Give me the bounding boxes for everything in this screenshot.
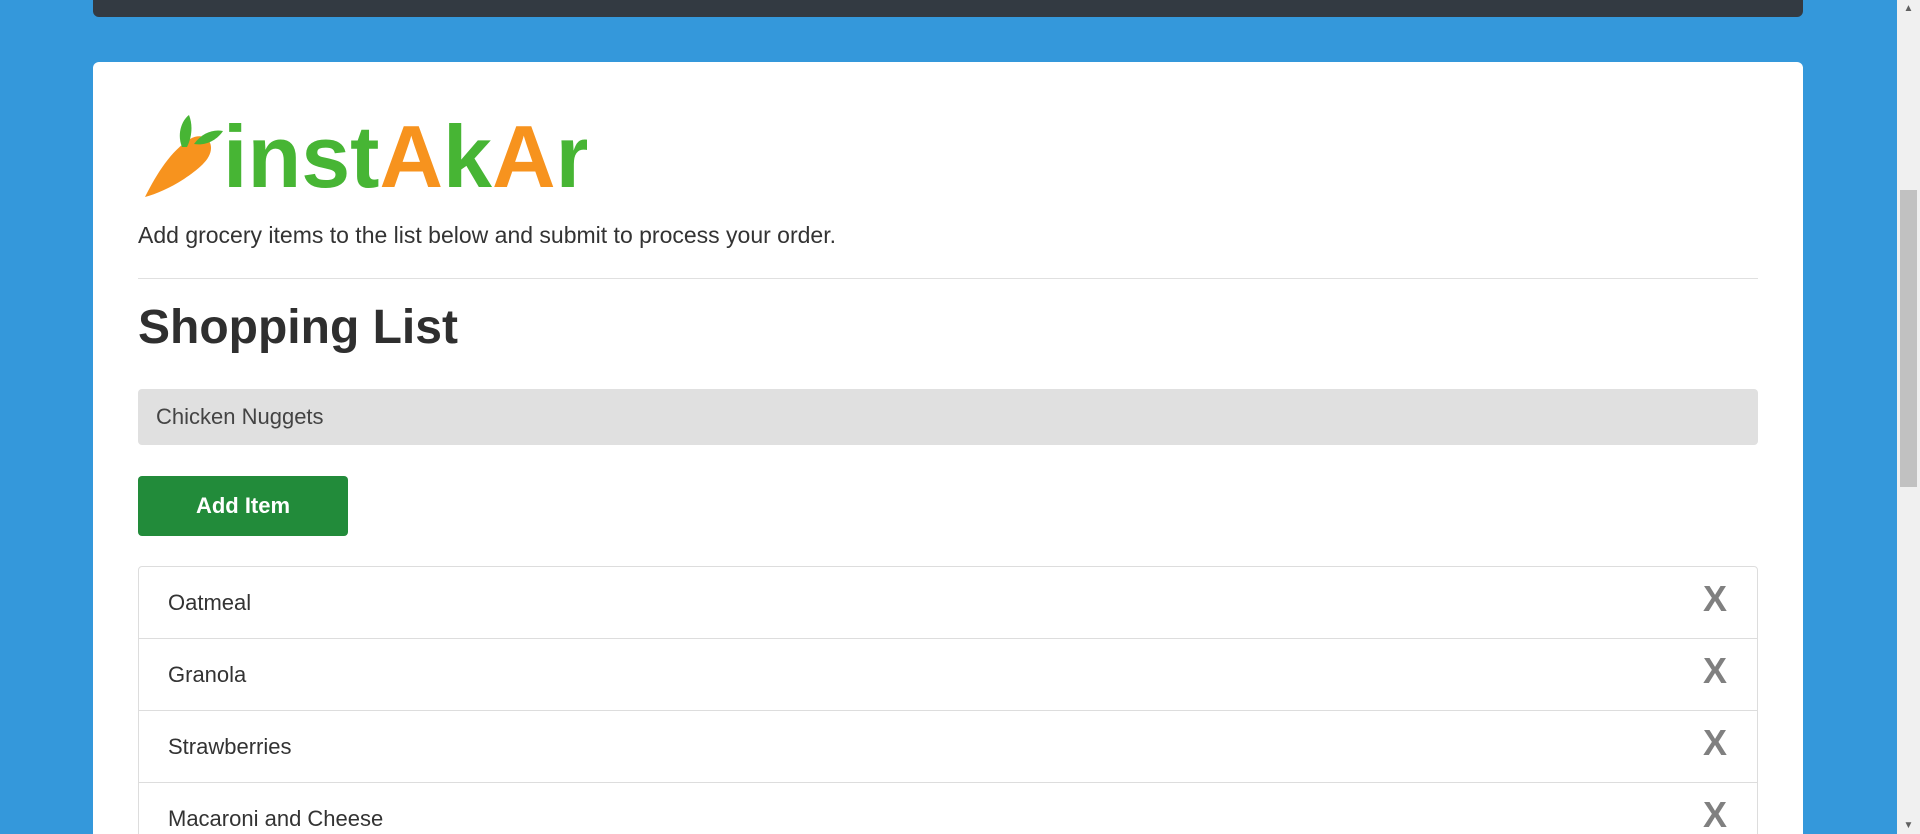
remove-item-button[interactable]: X — [1703, 797, 1727, 833]
carrot-icon — [145, 115, 223, 197]
scroll-up-icon[interactable]: ▲ — [1897, 0, 1920, 17]
top-bar — [93, 0, 1803, 17]
logo-wordmark: instAkArt — [223, 109, 587, 199]
scrollbar-thumb[interactable] — [1900, 190, 1917, 487]
page: instAkArt Add grocery items to the list … — [0, 0, 1920, 834]
grocery-item-input[interactable] — [138, 389, 1758, 445]
page-title: Shopping List — [138, 301, 458, 354]
divider — [138, 278, 1758, 279]
list-item: Strawberries X — [139, 711, 1757, 783]
list-item-label: Granola — [168, 662, 247, 687]
remove-item-button[interactable]: X — [1703, 581, 1727, 617]
instakart-logo: instAkArt — [137, 109, 587, 199]
scroll-down-icon[interactable]: ▼ — [1897, 817, 1920, 834]
main-card: instAkArt Add grocery items to the list … — [93, 62, 1803, 834]
list-item: Granola X — [139, 639, 1757, 711]
remove-item-button[interactable]: X — [1703, 653, 1727, 689]
list-item-label: Macaroni and Cheese — [168, 806, 384, 831]
list-item: Oatmeal X — [139, 567, 1757, 639]
add-item-button[interactable]: Add Item — [138, 476, 348, 536]
remove-item-button[interactable]: X — [1703, 725, 1727, 761]
intro-text: Add grocery items to the list below and … — [138, 222, 836, 248]
list-item: Macaroni and Cheese X — [139, 783, 1757, 834]
shopping-list: Oatmeal X Granola X Strawberries X Macar… — [138, 566, 1758, 834]
list-item-label: Oatmeal — [168, 590, 252, 615]
list-item-label: Strawberries — [168, 734, 292, 759]
vertical-scrollbar[interactable]: ▲ ▼ — [1897, 0, 1920, 834]
